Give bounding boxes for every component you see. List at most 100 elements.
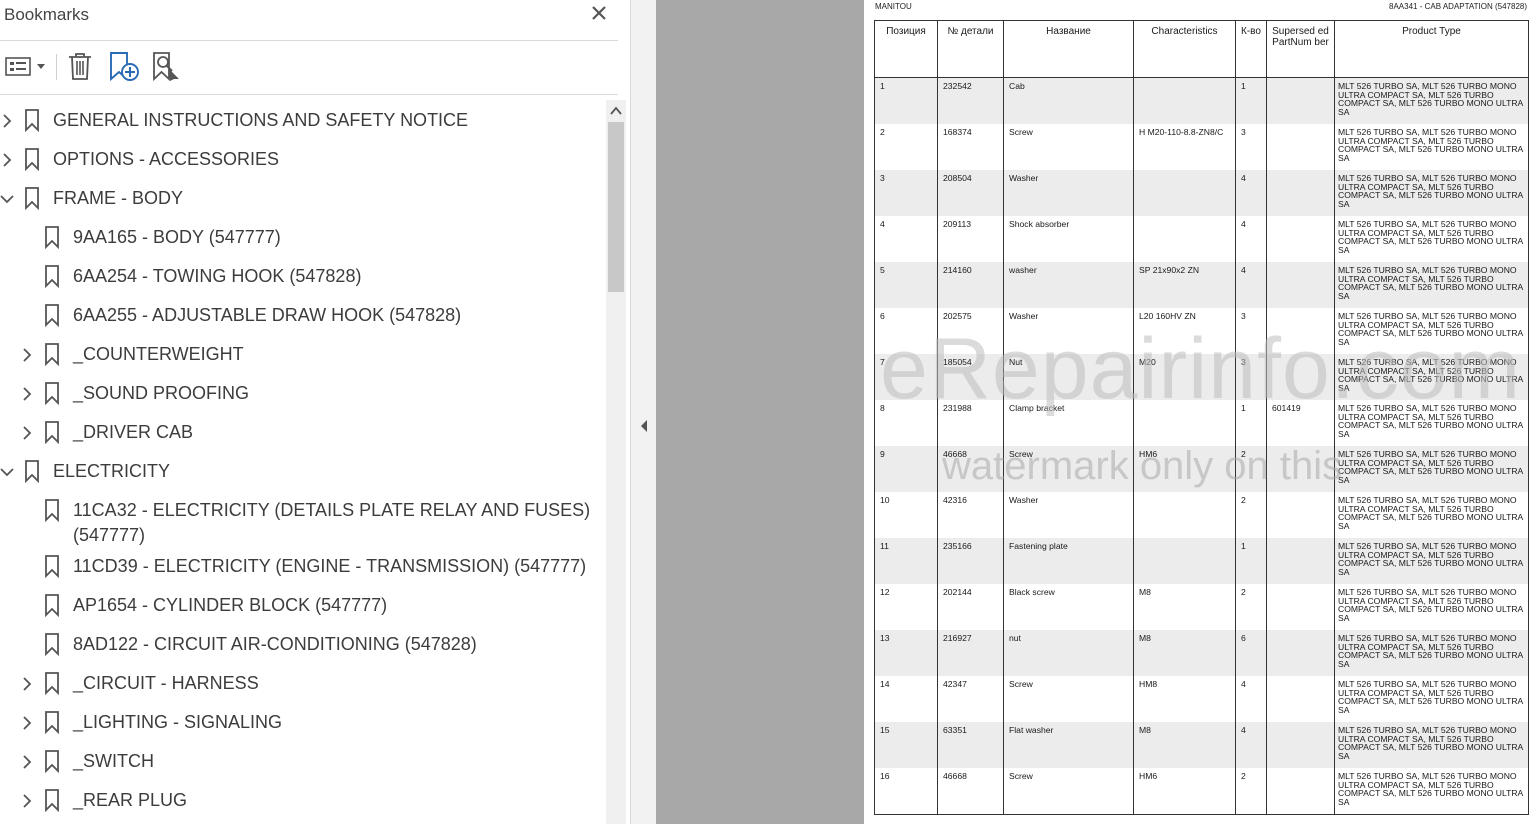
table-cell: 46668	[937, 446, 1004, 492]
table-cell	[1133, 492, 1236, 538]
page-header-right: 8AA341 - CAB ADAPTATION (547828)	[1389, 2, 1527, 11]
bookmark-icon	[45, 421, 59, 444]
table-cell: 202144	[937, 584, 1004, 630]
table-cell: M8	[1133, 722, 1236, 768]
bookmark-icon	[25, 148, 39, 171]
scrollbar-thumb[interactable]	[608, 122, 624, 292]
table-cell: HM6	[1133, 768, 1236, 815]
bookmark-label: 9AA165 - BODY (547777)	[73, 227, 281, 247]
bookmark-label: 11CD39 - ELECTRICITY (ENGINE - TRANSMISS…	[73, 556, 587, 576]
table-cell: Fastening plate	[1003, 538, 1134, 584]
table-cell: 6	[1235, 630, 1267, 676]
table-cell: washer	[1003, 262, 1134, 308]
table-cell	[1266, 538, 1335, 584]
table-cell: 8	[874, 400, 938, 446]
product-type-cell: MLT 526 TURBO SA, MLT 526 TURBO MONO ULT…	[1334, 216, 1529, 262]
table-cell	[1266, 216, 1335, 262]
chevron-right-icon[interactable]	[20, 716, 34, 730]
table-cell: 3	[1235, 124, 1267, 170]
panel-title: Bookmarks	[4, 5, 90, 24]
chevron-right-icon[interactable]	[20, 677, 34, 691]
table-cell: 1	[1235, 538, 1267, 584]
chevron-down-icon[interactable]	[0, 192, 14, 206]
bookmark-icon	[45, 382, 59, 405]
collapse-panel-arrow-icon[interactable]	[639, 418, 649, 434]
chevron-right-icon[interactable]	[20, 387, 34, 401]
table-cell: Washer	[1003, 308, 1134, 354]
bookmark-icon	[25, 109, 39, 132]
delete-bookmark-icon[interactable]	[64, 50, 96, 82]
table-cell: 46668	[937, 768, 1004, 815]
bookmark-icon	[45, 555, 59, 578]
table-cell: 4	[1235, 216, 1267, 262]
table-cell: 7	[874, 354, 938, 400]
table-row: 13 216927 nut M8 6 MLT 526 TURBO SA, MLT 526 …	[874, 630, 1529, 676]
chevron-right-icon[interactable]	[20, 426, 34, 440]
table-cell: nut	[1003, 630, 1134, 676]
new-bookmark-icon[interactable]	[106, 50, 140, 82]
table-cell: 235166	[937, 538, 1004, 584]
bookmark-label: 6AA255 - ADJUSTABLE DRAW HOOK (547828)	[73, 305, 462, 325]
table-cell: M8	[1133, 630, 1236, 676]
table-cell: 16	[874, 768, 938, 815]
product-type-cell: MLT 526 TURBO SA, MLT 526 TURBO MONO ULT…	[1334, 722, 1529, 768]
chevron-right-icon[interactable]	[0, 153, 14, 167]
close-icon[interactable]	[588, 2, 610, 24]
table-cell: Washer	[1003, 170, 1134, 216]
table-header-row: Позиция № детали Название Characteristics К-…	[874, 20, 1529, 78]
table-cell: Black screw	[1003, 584, 1134, 630]
scrollbar[interactable]	[606, 100, 626, 824]
bookmark-icon	[45, 343, 59, 366]
bookmark-label: _COUNTERWEIGHT	[73, 344, 244, 364]
bookmark-label: _SWITCH	[73, 751, 154, 771]
table-cell: 3	[1235, 354, 1267, 400]
table-cell	[1266, 308, 1335, 354]
document-page: MANITOU 8AA341 - CAB ADAPTATION (547828)…	[864, 0, 1537, 824]
product-type-cell: MLT 526 TURBO SA, MLT 526 TURBO MONO ULT…	[1334, 354, 1529, 400]
chevron-right-icon[interactable]	[0, 114, 14, 128]
chevron-right-icon[interactable]	[20, 755, 34, 769]
table-cell	[1266, 262, 1335, 308]
column-header: Название	[1003, 20, 1134, 78]
chevron-right-icon[interactable]	[20, 794, 34, 808]
table-cell	[1133, 170, 1236, 216]
table-cell: Screw	[1003, 768, 1134, 815]
table-cell: 6	[874, 308, 938, 354]
table-cell: 232542	[937, 77, 1004, 124]
table-cell: Washer	[1003, 492, 1134, 538]
find-bookmark-icon[interactable]	[150, 50, 182, 82]
chevron-right-icon[interactable]	[20, 348, 34, 362]
options-menu-icon[interactable]	[4, 50, 46, 82]
column-header: К-во	[1235, 20, 1267, 78]
chevron-down-icon[interactable]	[0, 465, 14, 479]
column-header: Позиция	[874, 20, 938, 78]
product-type-cell: MLT 526 TURBO SA, MLT 526 TURBO MONO ULT…	[1334, 262, 1529, 308]
bookmark-label: FRAME - BODY	[53, 188, 184, 208]
table-cell: 42347	[937, 676, 1004, 722]
page-header-left: MANITOU	[875, 2, 912, 11]
product-type-cell: MLT 526 TURBO SA, MLT 526 TURBO MONO ULT…	[1334, 768, 1529, 815]
parts-table: Позиция № детали Название Characteristics К-…	[874, 20, 1529, 815]
table-cell	[1266, 446, 1335, 492]
table-row: 3 208504 Washer 4 MLT 526 TURBO SA, MLT 526 …	[874, 170, 1529, 216]
scroll-up-arrow-icon[interactable]	[609, 104, 623, 118]
table-cell	[1266, 630, 1335, 676]
column-header: № детали	[937, 20, 1004, 78]
table-row: 11 235166 Fastening plate 1 MLT 526 TURBO SA…	[874, 538, 1529, 584]
table-cell: HM6	[1133, 446, 1236, 492]
product-type-cell: MLT 526 TURBO SA, MLT 526 TURBO MONO ULT…	[1334, 630, 1529, 676]
bookmark-icon	[45, 304, 59, 327]
table-cell: 4	[1235, 262, 1267, 308]
panel-splitter[interactable]	[630, 0, 656, 824]
bookmark-icon	[25, 460, 39, 483]
table-row: 14 42347 Screw HM8 4 MLT 526 TURBO SA, MLT 52…	[874, 676, 1529, 722]
table-row: 5 214160 washer SP 21x90x2 ZN 4 MLT 526 TURBO…	[874, 262, 1529, 308]
table-cell	[1133, 216, 1236, 262]
table-row: 2 168374 Screw H M20-110-8.8-ZN8/C 3 MLT 526 …	[874, 124, 1529, 170]
product-type-cell: MLT 526 TURBO SA, MLT 526 TURBO MONO ULT…	[1334, 492, 1529, 538]
table-cell: 214160	[937, 262, 1004, 308]
bookmark-icon	[45, 672, 59, 695]
table-cell: 3	[874, 170, 938, 216]
table-cell	[1266, 124, 1335, 170]
table-cell	[1266, 768, 1335, 815]
